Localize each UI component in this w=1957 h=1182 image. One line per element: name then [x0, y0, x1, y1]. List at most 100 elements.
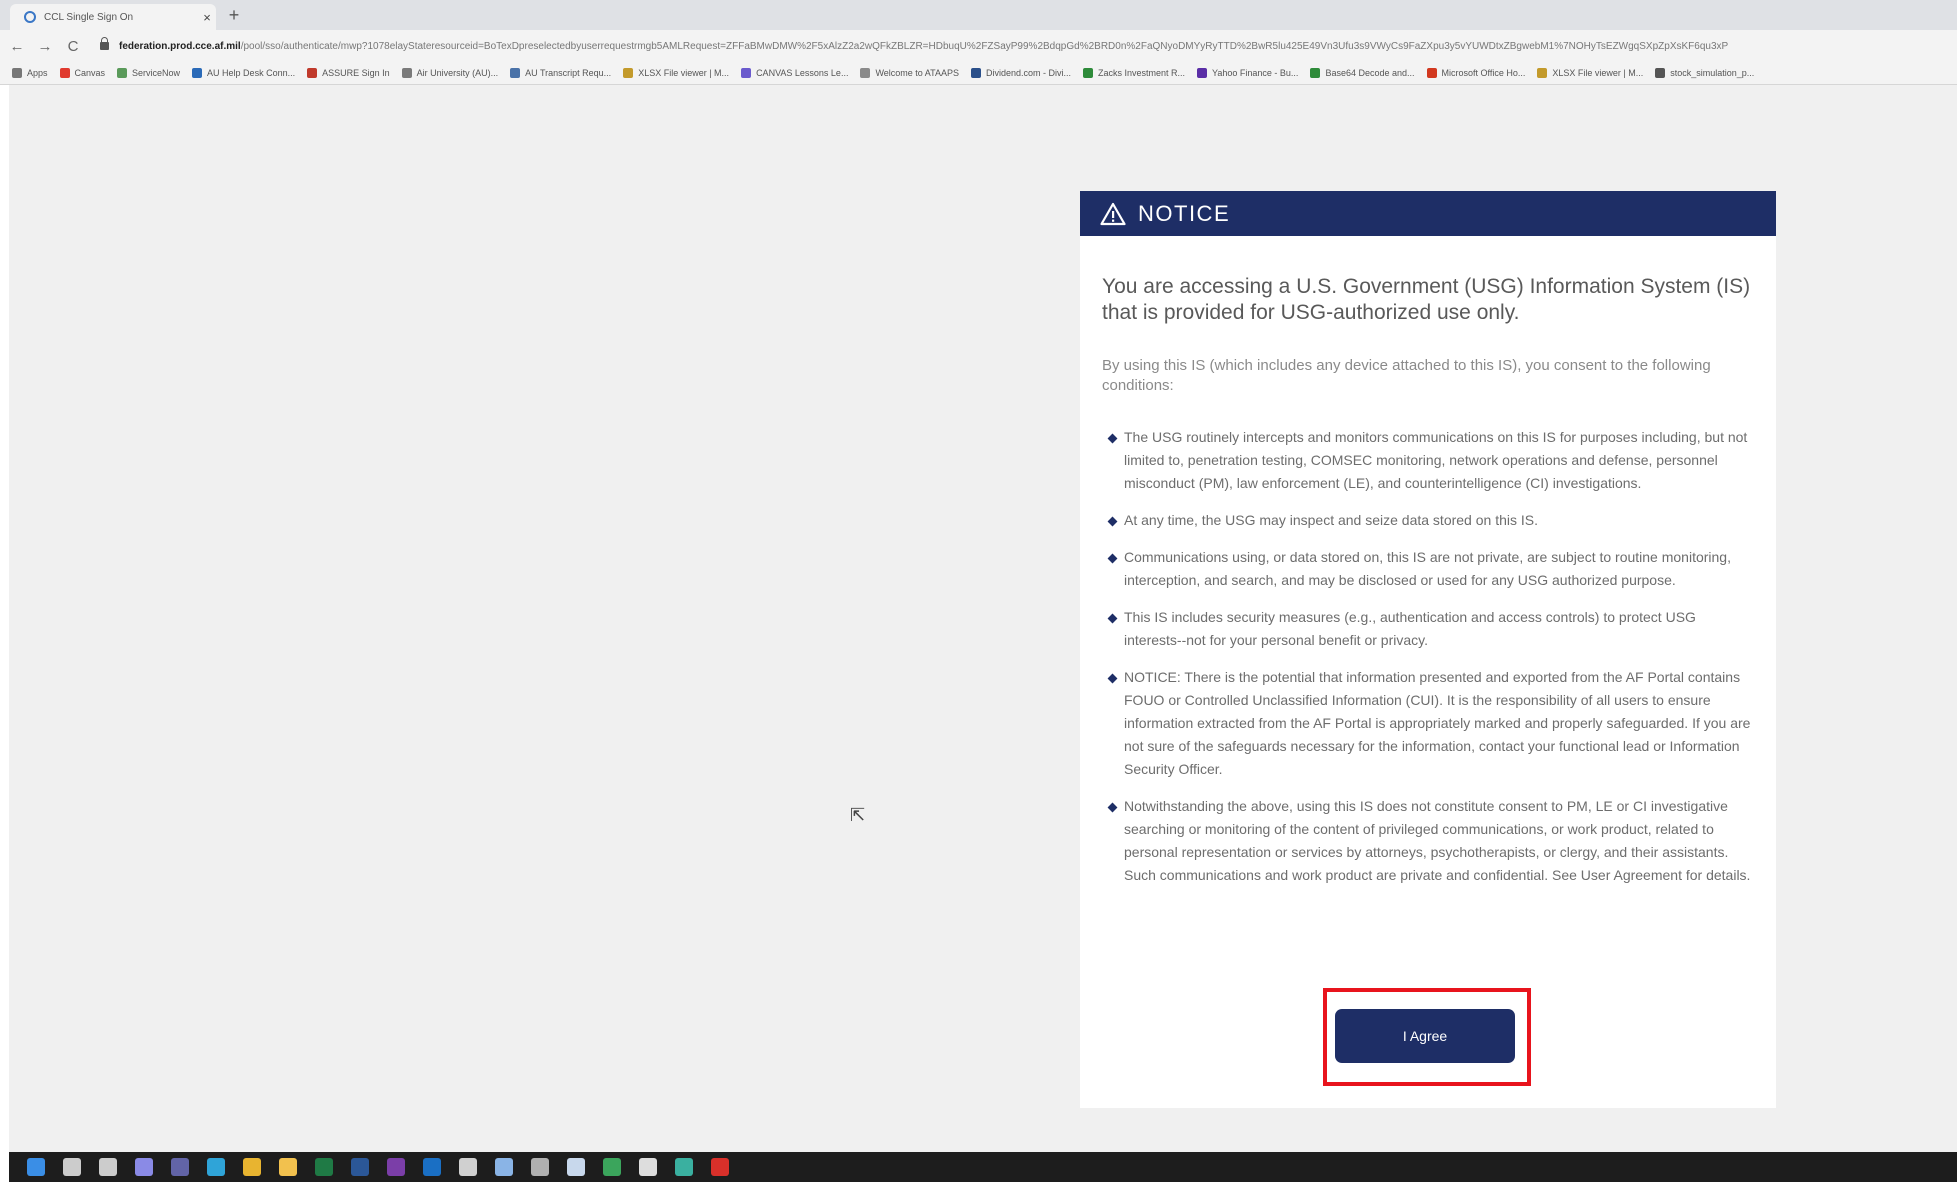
- conditions-list: The USG routinely intercepts and monitor…: [1102, 426, 1754, 887]
- i-agree-button[interactable]: I Agree: [1335, 1009, 1515, 1063]
- acrobat-icon[interactable]: [711, 1158, 729, 1176]
- bookmark-label: ASSURE Sign In: [322, 68, 390, 78]
- diamond-bullet-icon: [1107, 516, 1118, 527]
- bookmark-item[interactable]: XLSX File viewer | M...: [1537, 68, 1643, 78]
- bookmark-item[interactable]: Welcome to ATAAPS: [860, 68, 959, 78]
- bookmark-label: Zacks Investment R...: [1098, 68, 1186, 78]
- diamond-bullet-icon: [1107, 613, 1118, 624]
- bookmark-label: XLSX File viewer | M...: [1552, 68, 1644, 78]
- bookmark-label: AU Help Desk Conn...: [207, 68, 296, 78]
- bookmark-label: stock_simulation_p...: [1670, 68, 1755, 78]
- bookmark-item[interactable]: AU Help Desk Conn...: [192, 68, 295, 78]
- bookmark-item[interactable]: Yahoo Finance - Bu...: [1197, 68, 1298, 78]
- bookmark-label: Yahoo Finance - Bu...: [1212, 68, 1299, 78]
- bookmark-label: XLSX File viewer | M...: [638, 68, 730, 78]
- word-icon[interactable]: [351, 1158, 369, 1176]
- bookmark-label: Air University (AU)...: [416, 68, 499, 78]
- bookmark-label: Welcome to ATAAPS: [875, 68, 959, 78]
- settings-icon[interactable]: [531, 1158, 549, 1176]
- bookmark-favicon-icon: [1197, 68, 1208, 78]
- new-tab-button[interactable]: +: [224, 5, 244, 26]
- bookmark-item[interactable]: XLSX File viewer | M...: [623, 68, 729, 78]
- paint-icon[interactable]: [459, 1158, 477, 1176]
- condition-item: The USG routinely intercepts and monitor…: [1102, 426, 1754, 495]
- edge-icon[interactable]: [207, 1158, 225, 1176]
- bookmark-favicon-icon: [12, 68, 22, 78]
- bookmark-favicon-icon: [307, 68, 318, 78]
- edge-2-icon[interactable]: [675, 1158, 693, 1176]
- condition-item: This IS includes security measures (e.g.…: [1102, 606, 1754, 652]
- notice-body: You are accessing a U.S. Government (USG…: [1080, 274, 1776, 887]
- windows-taskbar: [9, 1152, 1957, 1182]
- condition-text: This IS includes security measures (e.g.…: [1124, 609, 1696, 648]
- diamond-bullet-icon: [1107, 553, 1118, 564]
- bookmark-label: ServiceNow: [132, 68, 181, 78]
- address-bar[interactable]: federation.prod.cce.af.mil /pool/sso/aut…: [100, 36, 1950, 56]
- lock-icon: [100, 37, 109, 50]
- notepad-icon[interactable]: [495, 1158, 513, 1176]
- agree-highlight-box: I Agree: [1323, 988, 1531, 1086]
- condition-text: The USG routinely intercepts and monitor…: [1124, 429, 1748, 491]
- condition-item: At any time, the USG may inspect and sei…: [1102, 509, 1754, 532]
- bookmark-label: Apps: [27, 68, 48, 78]
- chrome-2-icon[interactable]: [639, 1158, 657, 1176]
- bookmark-favicon-icon: [970, 68, 981, 78]
- condition-item: NOTICE: There is the potential that info…: [1102, 666, 1754, 781]
- condition-item: Communications using, or data stored on,…: [1102, 546, 1754, 592]
- bookmark-item[interactable]: Base64 Decode and...: [1310, 68, 1415, 78]
- condition-text: At any time, the USG may inspect and sei…: [1124, 512, 1538, 528]
- browser-tab-strip: CCL Single Sign On × +: [0, 0, 1957, 30]
- onenote-icon[interactable]: [387, 1158, 405, 1176]
- mail-icon[interactable]: [567, 1158, 585, 1176]
- window-edge: [0, 85, 9, 1182]
- tab-title: CCL Single Sign On: [44, 11, 134, 23]
- bookmark-item[interactable]: Canvas: [59, 68, 106, 78]
- bookmark-item[interactable]: Air University (AU)...: [401, 68, 499, 78]
- bookmark-favicon-icon: [1537, 68, 1548, 78]
- cortana-icon[interactable]: [135, 1158, 153, 1176]
- photos-icon[interactable]: [603, 1158, 621, 1176]
- bookmark-item[interactable]: Dividend.com - Divi...: [970, 68, 1072, 78]
- bookmark-item[interactable]: ASSURE Sign In: [307, 68, 390, 78]
- notice-title: NOTICE: [1138, 200, 1231, 226]
- bookmark-favicon-icon: [741, 68, 752, 78]
- condition-text: Notwithstanding the above, using this IS…: [1124, 798, 1751, 883]
- excel-icon[interactable]: [315, 1158, 333, 1176]
- diamond-bullet-icon: [1107, 433, 1118, 444]
- bookmark-favicon-icon: [401, 68, 412, 78]
- search-icon[interactable]: [63, 1158, 81, 1176]
- bookmark-favicon-icon: [59, 68, 70, 78]
- bookmark-favicon-icon: [860, 68, 871, 78]
- bookmark-item[interactable]: AU Transcript Requ...: [510, 68, 611, 78]
- bookmark-label: Canvas: [74, 68, 106, 78]
- start-icon[interactable]: [27, 1158, 45, 1176]
- file-explorer-icon[interactable]: [279, 1158, 297, 1176]
- bookmark-label: Base64 Decode and...: [1325, 68, 1415, 78]
- condition-text: NOTICE: There is the potential that info…: [1124, 669, 1751, 777]
- bookmark-item[interactable]: stock_simulation_p...: [1655, 68, 1754, 78]
- outlook-icon[interactable]: [423, 1158, 441, 1176]
- mouse-cursor-icon: ⇱: [850, 805, 866, 825]
- bookmark-label: CANVAS Lessons Le...: [756, 68, 849, 78]
- bookmark-label: Microsoft Office Ho...: [1441, 68, 1526, 78]
- reload-icon[interactable]: C: [62, 38, 84, 55]
- diamond-bullet-icon: [1107, 802, 1118, 813]
- bookmark-label: Dividend.com - Divi...: [985, 68, 1072, 78]
- bookmark-item[interactable]: Microsoft Office Ho...: [1426, 68, 1526, 78]
- bookmark-item[interactable]: ServiceNow: [117, 68, 180, 78]
- browser-tab[interactable]: CCL Single Sign On ×: [10, 4, 216, 30]
- task-view-icon[interactable]: [99, 1158, 117, 1176]
- notice-intro-text: By using this IS (which includes any dev…: [1102, 357, 1711, 394]
- warning-icon: [1100, 202, 1126, 225]
- chrome-icon[interactable]: [243, 1158, 261, 1176]
- forward-icon[interactable]: →: [34, 38, 56, 55]
- bookmark-item[interactable]: Zacks Investment R...: [1083, 68, 1185, 78]
- bookmark-item[interactable]: Apps: [12, 68, 48, 78]
- bookmark-favicon-icon: [1083, 68, 1094, 78]
- bookmark-favicon-icon: [1655, 68, 1666, 78]
- bookmark-item[interactable]: CANVAS Lessons Le...: [741, 68, 848, 78]
- back-icon[interactable]: ←: [6, 38, 28, 55]
- teams-icon[interactable]: [171, 1158, 189, 1176]
- bookmark-favicon-icon: [1426, 68, 1437, 78]
- tab-close-icon[interactable]: ×: [198, 10, 216, 25]
